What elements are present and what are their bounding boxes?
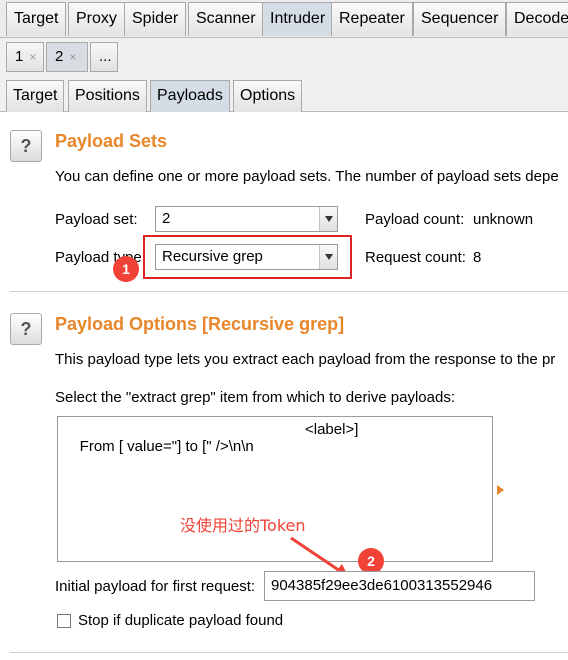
stop-duplicate-label: Stop if duplicate payload found — [78, 612, 284, 629]
chevron-down-icon[interactable] — [319, 245, 337, 269]
close-icon[interactable]: × — [29, 50, 36, 64]
attack-tab-more[interactable]: ... — [90, 42, 118, 72]
initial-payload-field[interactable]: 904385f29ee3de6100313552946 — [264, 571, 535, 601]
help-icon[interactable]: ? — [10, 130, 42, 162]
payload-sets-title: Payload Sets — [55, 131, 168, 151]
intruder-tab-bar: Target Positions Payloads Options — [0, 76, 568, 112]
payload-type-select[interactable]: Recursive grep — [155, 244, 338, 270]
tab-intruder-target[interactable]: Target — [6, 80, 65, 112]
stop-duplicate-checkbox[interactable] — [57, 614, 71, 628]
payload-set-value: 2 — [162, 210, 171, 227]
section-divider — [10, 652, 568, 653]
tab-intruder[interactable]: Intruder — [262, 2, 334, 36]
tab-spider[interactable]: Spider — [124, 2, 187, 36]
attack-tab-1-label: 1 — [15, 48, 24, 65]
tab-positions[interactable]: Positions — [68, 80, 147, 112]
request-count-value: 8 — [473, 249, 482, 266]
expand-arrow-icon[interactable] — [497, 485, 504, 495]
tab-options[interactable]: Options — [233, 80, 303, 112]
attack-tab-2-label: 2 — [55, 48, 64, 65]
list-item[interactable]: From [ value="] to [" />\n\n <label>] — [63, 421, 487, 472]
tab-payloads[interactable]: Payloads — [150, 80, 230, 112]
help-icon[interactable]: ? — [10, 313, 42, 345]
tab-proxy[interactable]: Proxy — [68, 2, 125, 36]
tab-scanner[interactable]: Scanner — [188, 2, 264, 36]
close-icon[interactable]: × — [69, 50, 76, 64]
attack-tab-1[interactable]: 1 × — [6, 42, 44, 72]
payload-set-select[interactable]: 2 — [155, 206, 338, 232]
request-count-label: Request count: — [365, 249, 466, 266]
payload-options-description: This payload type lets you extract each … — [55, 351, 556, 368]
extract-grep-list[interactable]: From [ value="] to [" />\n\n <label>] — [57, 416, 493, 562]
main-tab-bar: Target Proxy Spider Scanner Intruder Rep… — [0, 0, 568, 38]
tab-target[interactable]: Target — [6, 2, 67, 36]
attack-tab-bar: 1 × 2 × ... — [0, 38, 568, 76]
payload-count-label: Payload count: — [365, 211, 465, 228]
payload-type-value: Recursive grep — [162, 248, 263, 265]
payload-sets-description: You can define one or more payload sets.… — [55, 168, 559, 185]
list-item-label: <label>] — [305, 421, 359, 438]
payload-options-title: Payload Options [Recursive grep] — [55, 314, 345, 334]
tab-sequencer[interactable]: Sequencer — [413, 2, 507, 36]
payload-count-value: unknown — [473, 211, 534, 228]
attack-tab-2[interactable]: 2 × — [46, 42, 88, 72]
tab-repeater[interactable]: Repeater — [331, 2, 413, 36]
section-divider — [10, 291, 568, 292]
annotation-badge-1: 1 — [113, 256, 139, 282]
list-item-expression: From [ value="] to [" />\n\n — [79, 438, 254, 455]
initial-payload-label: Initial payload for first request: — [55, 578, 256, 595]
chevron-down-icon[interactable] — [319, 207, 337, 231]
extract-grep-label: Select the "extract grep" item from whic… — [55, 389, 455, 406]
payload-set-label: Payload set: — [55, 211, 138, 228]
tab-decoder[interactable]: Decoder — [506, 2, 568, 36]
